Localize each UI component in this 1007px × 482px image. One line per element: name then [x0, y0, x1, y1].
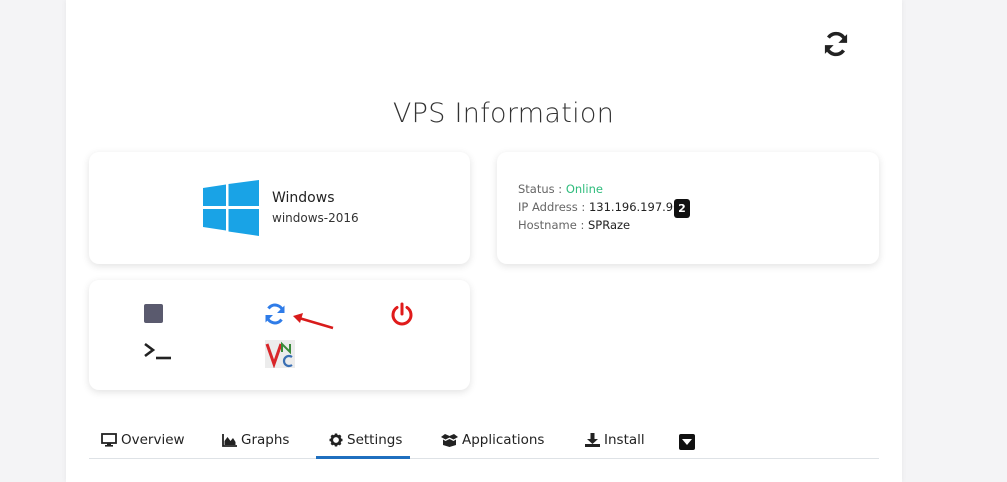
refresh-icon[interactable]	[822, 30, 850, 58]
hostname-row: Hostname : SPRaze	[518, 218, 630, 232]
page-title: VPS Information	[392, 98, 615, 129]
console-icon[interactable]	[143, 340, 173, 362]
ip-count-badge[interactable]: 2	[674, 199, 690, 218]
hostname-value: SPRaze	[587, 218, 631, 232]
status-value: Online	[565, 182, 603, 196]
download-icon	[585, 433, 600, 447]
monitor-icon	[101, 433, 117, 447]
hostname-label: Hostname :	[518, 218, 588, 232]
os-card: Windows windows-2016	[89, 152, 470, 264]
stop-icon[interactable]	[144, 304, 163, 323]
power-actions-card	[89, 280, 470, 390]
tab-install-label: Install	[604, 432, 645, 448]
tab-graphs-label: Graphs	[241, 432, 290, 448]
tab-applications[interactable]: Applications	[441, 430, 544, 450]
ip-value: 131.196.197.90	[588, 200, 681, 214]
vnc-icon[interactable]	[265, 340, 295, 368]
tab-overview-label: Overview	[121, 432, 185, 448]
tab-graphs[interactable]: Graphs	[222, 430, 289, 450]
power-icon[interactable]	[389, 302, 415, 328]
ip-label: IP Address :	[518, 200, 589, 214]
active-tab-indicator	[316, 456, 410, 459]
annotation-arrow	[293, 313, 334, 330]
tab-overview[interactable]: Overview	[101, 430, 185, 450]
area-chart-icon	[222, 433, 237, 447]
tab-settings-label: Settings	[347, 432, 403, 448]
tab-install[interactable]: Install	[585, 430, 645, 450]
os-version: windows-2016	[272, 211, 359, 225]
status-label: Status :	[518, 182, 566, 196]
restart-icon[interactable]	[263, 302, 287, 326]
os-name: Windows	[272, 190, 335, 206]
more-tabs-dropdown[interactable]	[679, 434, 695, 450]
vps-tabs: Overview Graphs Settings Applications In…	[89, 423, 879, 459]
windows-logo-icon	[203, 180, 259, 236]
tab-applications-label: Applications	[462, 432, 545, 448]
status-row: Status : Online	[518, 182, 603, 196]
server-info-card: Status : Online IP Address : 131.196.197…	[497, 152, 879, 264]
ip-row: IP Address : 131.196.197.90	[518, 200, 680, 214]
tab-settings[interactable]: Settings	[329, 430, 402, 450]
box-open-icon	[441, 433, 458, 447]
gear-icon	[329, 433, 343, 447]
